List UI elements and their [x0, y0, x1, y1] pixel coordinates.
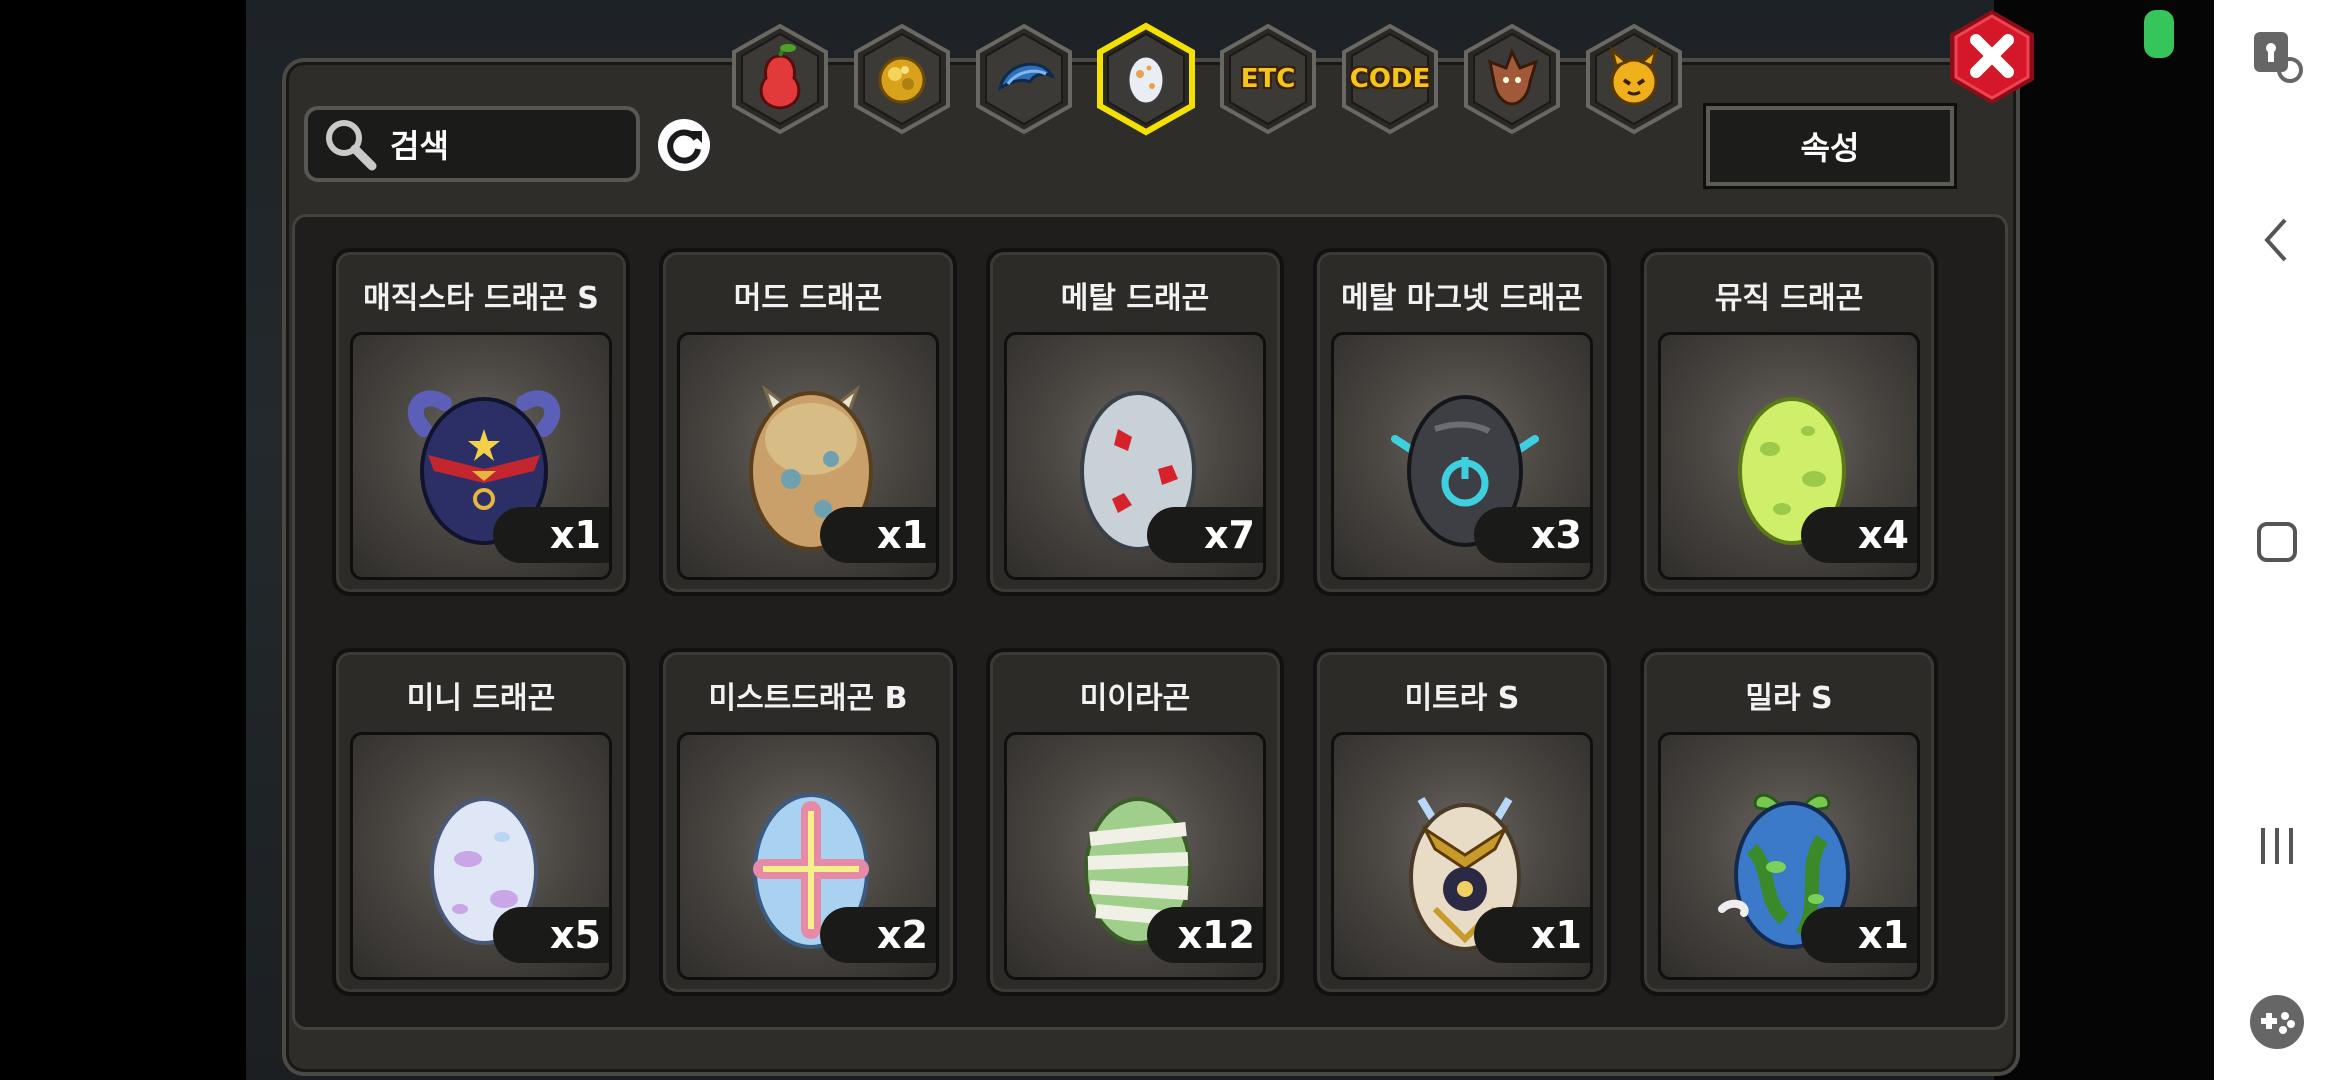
item-name: 미트라 S — [1404, 681, 1520, 716]
item-count: x4 — [1801, 507, 1917, 563]
item-image: x2 — [677, 732, 939, 980]
item-count: x12 — [1147, 907, 1263, 963]
item-name: 미니 드래곤 — [406, 681, 556, 716]
status-indicator-icon — [2144, 10, 2174, 58]
item-image: x1 — [677, 332, 939, 580]
right-letterbox — [1994, 0, 2214, 1080]
etc-icon: ETC — [1240, 64, 1296, 94]
gold-orb-icon — [878, 56, 926, 104]
item-name: 뮤직 드래곤 — [1714, 281, 1864, 316]
attribute-button[interactable]: 속성 — [1703, 103, 1957, 189]
item-card[interactable]: 미니 드래곤 x5 — [332, 648, 630, 996]
item-image: x12 — [1004, 732, 1266, 980]
item-image: x1 — [1331, 732, 1593, 980]
item-name: 미이라곤 — [1079, 681, 1191, 716]
left-letterbox — [0, 0, 246, 1080]
item-name: 밀라 S — [1745, 681, 1833, 716]
item-count: x1 — [493, 507, 609, 563]
tab-pet[interactable] — [1582, 22, 1686, 136]
recents-icon[interactable] — [2214, 806, 2340, 886]
item-card[interactable]: 메탈 드래곤 x7 — [986, 248, 1284, 596]
search-input[interactable]: 검색 — [390, 121, 449, 167]
item-card[interactable]: 매직스타 드래곤 S x1 — [332, 248, 630, 596]
item-card[interactable]: 밀라 S x1 — [1640, 648, 1938, 996]
item-count: x1 — [1474, 907, 1590, 963]
code-icon: CODE — [1349, 64, 1431, 94]
item-image: x5 — [350, 732, 612, 980]
item-name: 메탈 마그넷 드래곤 — [1341, 281, 1583, 316]
item-count: x3 — [1474, 507, 1590, 563]
item-card[interactable]: 뮤직 드래곤 x4 — [1640, 248, 1938, 596]
item-count: x1 — [820, 507, 936, 563]
item-name: 메탈 드래곤 — [1060, 281, 1210, 316]
item-name: 매직스타 드래곤 S — [363, 281, 599, 316]
item-image: x1 — [1658, 732, 1920, 980]
refresh-icon[interactable] — [656, 117, 712, 173]
tab-coin[interactable] — [850, 22, 954, 136]
item-card[interactable]: 미트라 S x1 — [1313, 648, 1611, 996]
tab-wing[interactable] — [972, 22, 1076, 136]
close-button[interactable] — [1944, 6, 2040, 106]
item-count: x1 — [1801, 907, 1917, 963]
item-card[interactable]: 미스트드래곤 B x2 — [659, 648, 957, 996]
tab-dragon[interactable] — [1460, 22, 1564, 136]
item-count: x5 — [493, 907, 609, 963]
tab-code[interactable]: CODE — [1338, 22, 1442, 136]
item-image: x7 — [1004, 332, 1266, 580]
item-image: x1 — [350, 332, 612, 580]
home-icon[interactable] — [2214, 502, 2340, 582]
tab-fruit[interactable] — [728, 22, 832, 136]
egg-icon — [1126, 54, 1166, 106]
item-name: 미스트드래곤 B — [708, 681, 908, 716]
search-icon — [326, 120, 377, 171]
item-count: x7 — [1147, 507, 1263, 563]
back-icon[interactable] — [2214, 200, 2340, 280]
tab-egg[interactable] — [1094, 22, 1198, 136]
item-image: x3 — [1331, 332, 1593, 580]
item-image: x4 — [1658, 332, 1920, 580]
item-count: x2 — [820, 907, 936, 963]
item-name: 머드 드래곤 — [733, 281, 883, 316]
item-card[interactable]: 머드 드래곤 x1 — [659, 248, 957, 596]
touch-lock-icon[interactable] — [2214, 16, 2340, 96]
search-box[interactable]: 검색 — [304, 106, 640, 182]
game-tools-icon[interactable] — [2214, 982, 2340, 1062]
item-card[interactable]: 메탈 마그넷 드래곤 x3 — [1313, 248, 1611, 596]
item-card[interactable]: 미이라곤 x12 — [986, 648, 1284, 996]
tab-etc[interactable]: ETC — [1216, 22, 1320, 136]
